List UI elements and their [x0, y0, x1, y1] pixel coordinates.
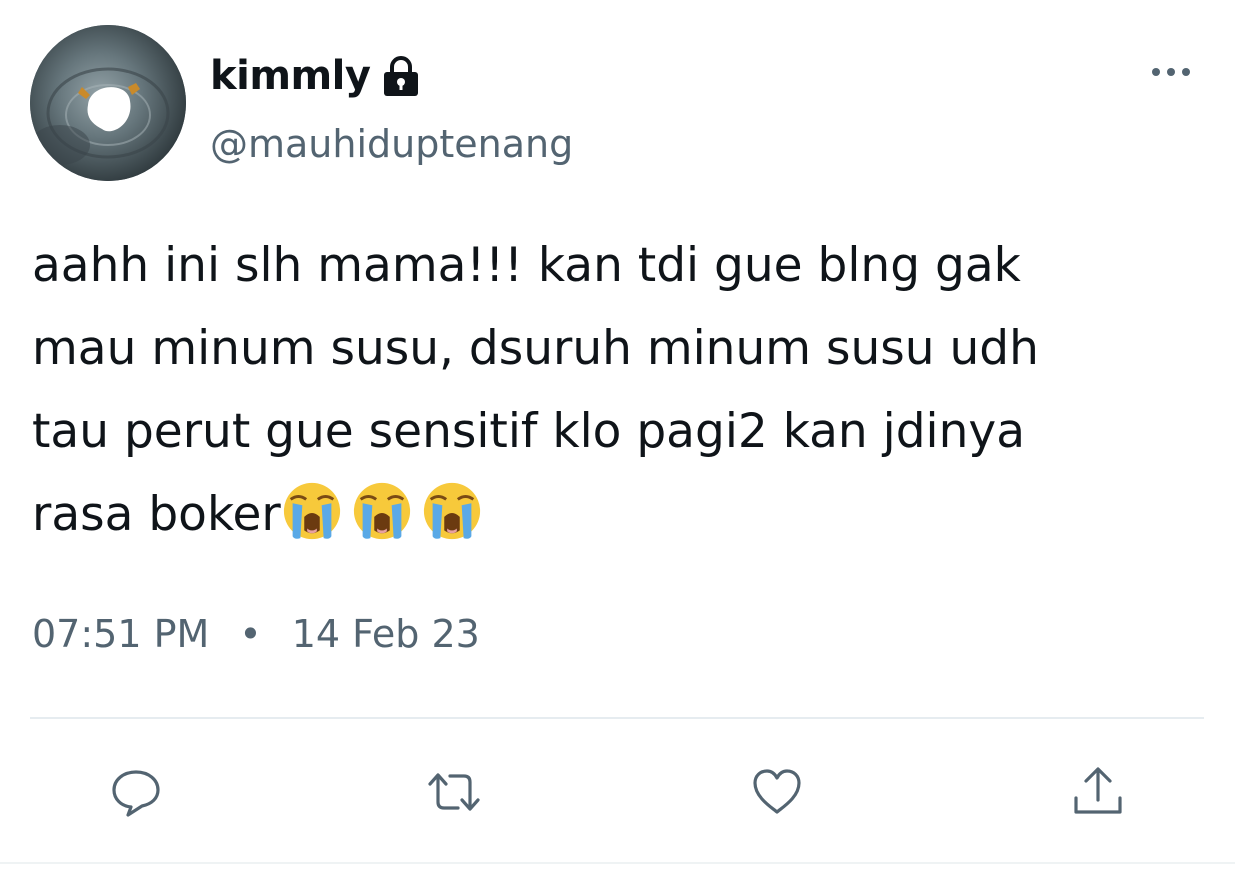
bottom-divider — [0, 862, 1235, 864]
tweet-timestamp[interactable]: 07:51 PM • 14 Feb 23 — [32, 612, 480, 656]
loudly-crying-face-icon — [353, 482, 410, 540]
loudly-crying-face-icon — [423, 482, 480, 540]
tweet-date: 14 Feb 23 — [291, 612, 480, 656]
loudly-crying-face-icon — [283, 482, 340, 540]
handle[interactable]: @mauhiduptenang — [210, 122, 573, 166]
like-button[interactable] — [747, 762, 807, 822]
emoji-group — [281, 482, 491, 542]
tweet: kimmly @mauhiduptenang aahh ini slh mama… — [0, 0, 1235, 882]
reply-button[interactable] — [106, 762, 166, 822]
avatar-image — [30, 25, 186, 181]
retweet-icon — [428, 773, 480, 811]
display-name-row: kimmly — [210, 48, 424, 104]
lock-icon — [384, 56, 419, 96]
share-button[interactable] — [1068, 762, 1128, 822]
more-options-icon[interactable] — [1148, 62, 1194, 82]
like-icon — [753, 769, 801, 814]
avatar[interactable] — [30, 25, 186, 181]
tweet-text-body: aahh ini slh mama!!! kan tdi gue blng ga… — [32, 238, 1039, 542]
tweet-time: 07:51 PM — [32, 612, 210, 656]
share-icon — [1074, 767, 1122, 814]
display-name[interactable]: kimmly — [210, 53, 371, 99]
reply-icon — [112, 770, 160, 817]
meta-separator: • — [239, 612, 262, 656]
retweet-button[interactable] — [424, 762, 484, 822]
divider — [30, 717, 1204, 719]
tweet-text: aahh ini slh mama!!! kan tdi gue blng ga… — [32, 224, 1182, 556]
